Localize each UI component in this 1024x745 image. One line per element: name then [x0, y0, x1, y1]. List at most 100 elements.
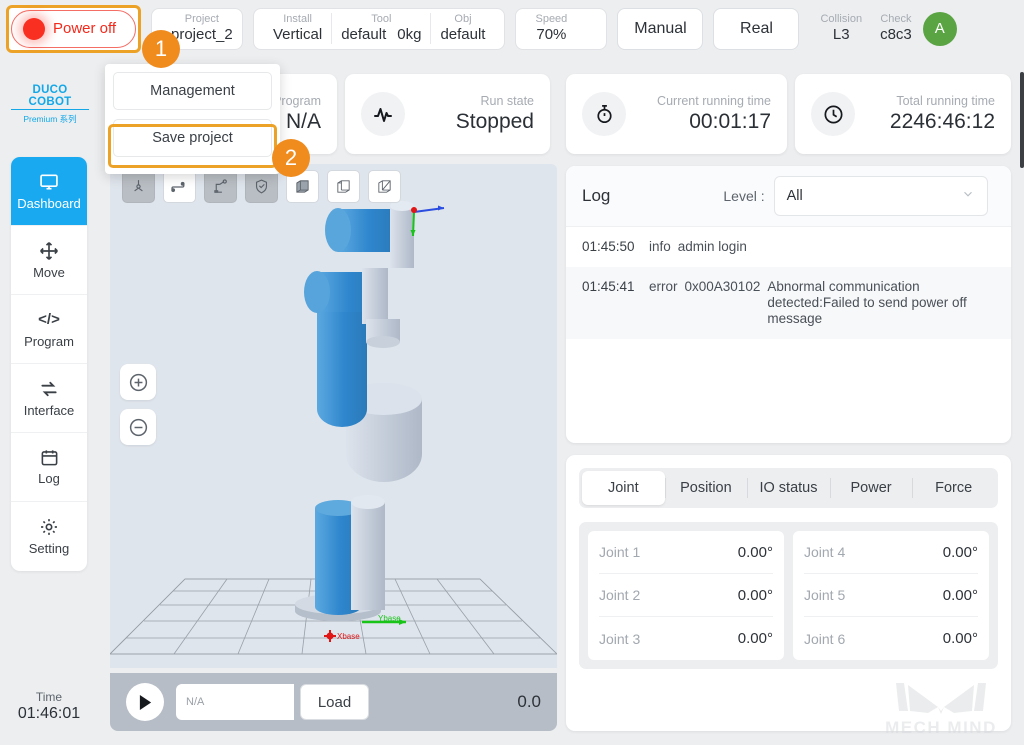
- check-cell[interactable]: Check c8c3: [871, 13, 921, 44]
- log-level-select[interactable]: All: [773, 176, 988, 216]
- collision-cell[interactable]: Collision L3: [811, 13, 871, 44]
- joint-column-right: Joint 4 0.00° Joint 5 0.00° Joint 6 0.00…: [793, 531, 989, 660]
- tab-power[interactable]: Power: [829, 471, 913, 505]
- sidebar-item-move[interactable]: Move: [11, 226, 87, 295]
- robot-icon[interactable]: [204, 170, 237, 203]
- monitor-icon: [39, 172, 59, 192]
- check-value: c8c3: [880, 26, 912, 43]
- total-running-time-text: Total running time 2246:46:12: [868, 94, 995, 134]
- menu-item-management[interactable]: Management: [113, 72, 272, 110]
- run-progress-value: 0.0: [517, 692, 541, 711]
- speed-cell: Speed 70%: [526, 13, 576, 44]
- sidebar-item-dashboard[interactable]: Dashboard: [11, 157, 87, 226]
- load-button[interactable]: Load: [300, 684, 369, 720]
- code-icon: </>: [38, 310, 60, 328]
- sidebar-item-label: Setting: [28, 541, 70, 556]
- power-off-button[interactable]: Power off: [11, 9, 136, 48]
- tool-value: default: [341, 26, 387, 43]
- joint-value: 0.00°: [942, 586, 978, 604]
- tab-io-status[interactable]: IO status: [747, 471, 830, 505]
- brand-logo-sub: Premium 系列: [23, 114, 77, 124]
- install-value: Vertical: [273, 26, 323, 43]
- run-state-value: Stopped: [455, 110, 534, 133]
- zoom-out-icon[interactable]: [120, 409, 156, 445]
- project-value: project_2: [171, 26, 233, 43]
- joint-row: Joint 5 0.00°: [804, 574, 978, 617]
- tool-cell[interactable]: Tool default 0kg: [331, 13, 430, 44]
- joint-name: Joint 3: [599, 630, 641, 647]
- joint-row: Joint 4 0.00°: [804, 531, 978, 574]
- pulse-icon: [361, 92, 405, 136]
- sidebar-item-program[interactable]: </> Program: [11, 295, 87, 364]
- path-icon[interactable]: [163, 170, 196, 203]
- program-run-bar: N/A Load 0.0: [110, 673, 557, 731]
- joint-value: 0.00°: [737, 543, 773, 561]
- chevron-down-icon: [961, 187, 975, 205]
- mode-button-real[interactable]: Real: [713, 7, 800, 50]
- current-running-time-text: Current running time 00:01:17: [639, 94, 771, 134]
- check-key: Check: [880, 13, 912, 25]
- axis-label-y: Ybase: [378, 614, 401, 623]
- joint-column-left: Joint 1 0.00° Joint 2 0.00° Joint 3 0.00…: [588, 531, 784, 660]
- move-arrows-icon: [39, 241, 59, 261]
- speed-selector[interactable]: Speed 70%: [515, 7, 608, 50]
- install-tool-obj-group[interactable]: Install Vertical Tool default 0kg Obj de…: [253, 7, 506, 50]
- tcp-axis-marker: [410, 205, 445, 237]
- joint-row: Joint 3 0.00°: [599, 617, 773, 660]
- tool-value-row: default 0kg: [341, 26, 421, 44]
- current-running-time-card: Current running time 00:01:17: [566, 74, 787, 154]
- play-icon[interactable]: [126, 683, 164, 721]
- cube-outline-icon[interactable]: [368, 170, 401, 203]
- log-entry-level: error: [649, 279, 678, 294]
- power-off-label: Power off: [53, 20, 117, 37]
- obj-value: default: [440, 26, 486, 43]
- run-state-key: Run state: [480, 94, 534, 108]
- install-cell[interactable]: Install Vertical: [264, 13, 331, 44]
- stopwatch-icon: [582, 92, 626, 136]
- exchange-icon: [39, 379, 59, 399]
- joint-value: 0.00°: [737, 630, 773, 647]
- program-name-input[interactable]: N/A: [176, 684, 294, 720]
- sidebar-item-setting[interactable]: Setting: [11, 502, 87, 571]
- joint-row: Joint 6 0.00°: [804, 617, 978, 660]
- sidebar-item-label: Dashboard: [17, 195, 81, 211]
- robot-3d-viewport[interactable]: Ybase Xbase: [110, 164, 557, 668]
- obj-cell[interactable]: Obj default: [430, 13, 494, 44]
- log-panel: Log Level : All 01:45:50 info admin logi…: [566, 166, 1011, 443]
- log-level-label: Level :: [723, 188, 765, 204]
- log-entry-time: 01:45:50: [582, 239, 635, 254]
- axis-label-x: Xbase: [337, 632, 360, 641]
- cube-wire-icon[interactable]: [327, 170, 360, 203]
- menu-item-save-project[interactable]: Save project: [113, 119, 272, 157]
- log-entry-message: Abnormal communication detected:Failed t…: [767, 279, 967, 326]
- project-key: Project: [184, 13, 219, 25]
- sidebar-item-log[interactable]: Log: [11, 433, 87, 502]
- joint-value: 0.00°: [737, 586, 773, 604]
- total-running-time-key: Total running time: [896, 94, 995, 108]
- brand-logo-main: DUCO COBOT: [11, 84, 89, 110]
- joint-row: Joint 1 0.00°: [599, 531, 773, 574]
- tab-joint[interactable]: Joint: [582, 471, 665, 505]
- joint-value: 0.00°: [942, 630, 978, 647]
- joint-row: Joint 2 0.00°: [599, 574, 773, 617]
- log-panel-header: Log Level : All: [566, 166, 1011, 227]
- mode-button-manual[interactable]: Manual: [617, 7, 704, 50]
- tab-force[interactable]: Force: [912, 471, 995, 505]
- sidebar-item-interface[interactable]: Interface: [11, 364, 87, 433]
- clock-label: Time: [35, 690, 63, 704]
- page-scrollbar[interactable]: [1020, 72, 1024, 168]
- tab-position[interactable]: Position: [664, 471, 748, 505]
- joint-name: Joint 6: [804, 630, 846, 647]
- sidebar-item-label: Log: [38, 471, 60, 486]
- calendar-icon: [40, 448, 59, 467]
- shield-icon[interactable]: [245, 170, 278, 203]
- zoom-in-icon[interactable]: [120, 364, 156, 400]
- avatar[interactable]: A: [922, 11, 957, 46]
- robot-status-panel: Joint Position IO status Power Force Joi…: [566, 455, 1011, 731]
- axis-icon[interactable]: [122, 170, 155, 203]
- collision-key: Collision: [820, 13, 863, 25]
- viewport-toolbar: [122, 170, 401, 203]
- run-state-card: Run state Stopped: [345, 74, 550, 154]
- clock-value: 01:46:01: [17, 705, 81, 722]
- total-running-time-value: 2246:46:12: [889, 110, 995, 133]
